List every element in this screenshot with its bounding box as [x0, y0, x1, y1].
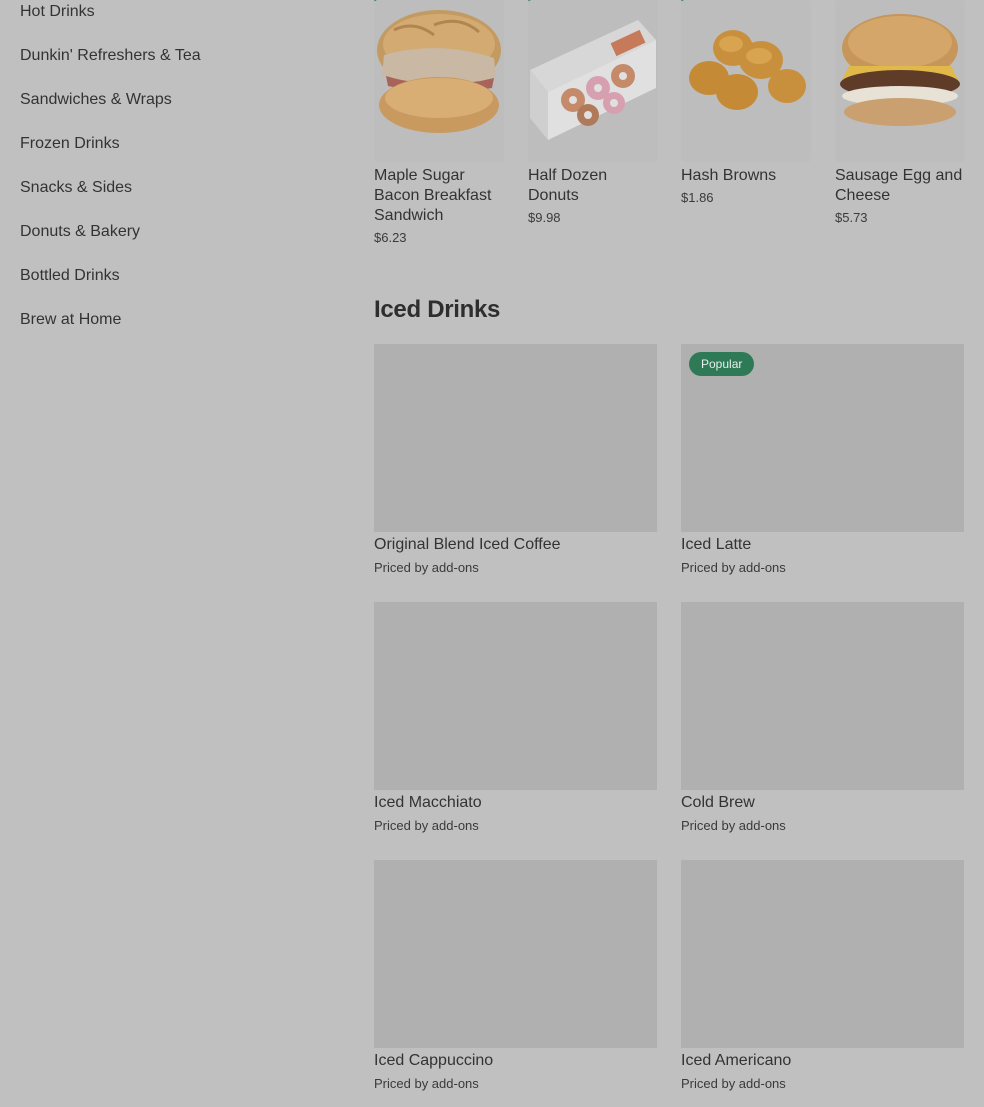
item-name: Iced Cappuccino — [374, 1052, 494, 1069]
menu-item-card[interactable]: Cold Brew Priced by add-ons — [681, 602, 964, 842]
item-name: Iced Americano — [681, 1052, 792, 1069]
item-name: Half Dozen Donuts — [528, 167, 608, 204]
item-name: Cold Brew — [681, 794, 755, 811]
item-image-placeholder — [374, 860, 657, 1048]
item-image-placeholder — [374, 602, 657, 790]
sidebar-item-brew-at-home[interactable]: Brew at Home — [20, 311, 121, 329]
item-price: Priced by add-ons — [681, 560, 786, 575]
menu-page: Hot Drinks Dunkin' Refreshers & Tea Sand… — [0, 0, 984, 1107]
menu-item-card[interactable]: Popular Iced Latte Priced by add-ons — [681, 344, 964, 584]
item-name: Maple Sugar Bacon Breakfast Sandwich — [374, 167, 492, 224]
item-image-placeholder — [681, 860, 964, 1048]
item-price: Priced by add-ons — [681, 818, 786, 833]
item-price: Priced by add-ons — [374, 560, 479, 575]
item-price: $1.86 — [681, 190, 714, 205]
item-price: $6.23 — [374, 230, 407, 245]
donut-box-image — [528, 0, 658, 162]
section-title: Iced Drinks — [374, 296, 501, 323]
sidebar-item-bottled-drinks[interactable]: Bottled Drinks — [20, 267, 120, 285]
sidebar-item-hot-drinks[interactable]: Hot Drinks — [20, 3, 95, 21]
item-name: Sausage Egg and Cheese — [835, 167, 963, 204]
menu-item-card[interactable]: Iced Americano Priced by add-ons — [681, 860, 964, 1100]
menu-item-card[interactable]: Original Blend Iced Coffee Priced by add… — [374, 344, 657, 584]
sidebar-item-refreshers-tea[interactable]: Dunkin' Refreshers & Tea — [20, 47, 201, 65]
item-price: Priced by add-ons — [374, 818, 479, 833]
sidebar-item-donuts-bakery[interactable]: Donuts & Bakery — [20, 223, 140, 241]
item-price: Priced by add-ons — [681, 1076, 786, 1091]
item-name: Original Blend Iced Coffee — [374, 536, 561, 553]
item-name: Hash Browns — [681, 167, 777, 184]
sidebar-item-snacks-sides[interactable]: Snacks & Sides — [20, 179, 132, 197]
sandwich-image — [374, 0, 504, 162]
item-image-placeholder — [374, 344, 657, 532]
item-name: Iced Latte — [681, 536, 752, 553]
item-image-placeholder — [681, 602, 964, 790]
item-price: Priced by add-ons — [374, 1076, 479, 1091]
sidebar-item-sandwiches-wraps[interactable]: Sandwiches & Wraps — [20, 91, 172, 109]
item-price: $9.98 — [528, 210, 561, 225]
burger-image — [835, 0, 965, 162]
item-price: $5.73 — [835, 210, 868, 225]
menu-item-card[interactable]: Iced Macchiato Priced by add-ons — [374, 602, 657, 842]
item-name: Iced Macchiato — [374, 794, 482, 811]
hash-browns-image — [681, 0, 811, 162]
popular-badge: Popular — [689, 352, 755, 376]
sidebar-item-frozen-drinks[interactable]: Frozen Drinks — [20, 135, 120, 153]
menu-item-card[interactable]: Iced Cappuccino Priced by add-ons — [374, 860, 657, 1100]
